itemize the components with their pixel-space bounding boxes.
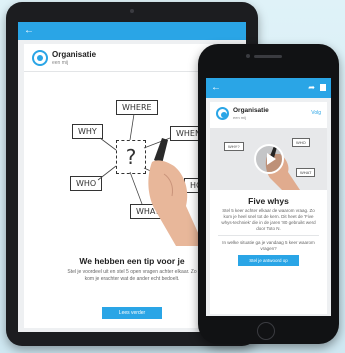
- reflection-question: In welke situatie ga je vandaag 5 keer w…: [222, 240, 315, 251]
- organisation-name: Organisatie: [233, 107, 269, 114]
- hand-with-marker-icon: [148, 138, 204, 246]
- organisation-logo-icon: [216, 107, 229, 120]
- back-arrow-icon[interactable]: ←: [211, 82, 221, 94]
- phone-speaker: [254, 55, 282, 58]
- tablet-top-bar: ←: [18, 22, 246, 40]
- tablet-camera: [130, 9, 134, 13]
- phone-camera: [246, 54, 250, 58]
- organisation-logo-icon: [32, 50, 48, 66]
- video-thumbnail[interactable]: WHY? WHO WHAT: [210, 128, 327, 190]
- bookmark-icon[interactable]: [320, 84, 326, 91]
- tip-body: Stel je voordeel uit en stel 5 open vrag…: [67, 269, 197, 282]
- home-button[interactable]: [257, 322, 275, 340]
- phone-top-bar: ← ➦: [206, 78, 331, 98]
- phone-screen: ← ➦ Organisatie een mij Volg WHY? WHO WH…: [206, 78, 331, 316]
- play-icon[interactable]: [254, 144, 284, 174]
- organisation-name: Organisatie: [52, 50, 97, 59]
- phone-device: ← ➦ Organisatie een mij Volg WHY? WHO WH…: [198, 44, 339, 344]
- back-arrow-icon[interactable]: ←: [24, 25, 34, 37]
- follow-button[interactable]: Volg: [311, 110, 321, 116]
- five-whys-body: Stel 5 keer achter elkaar de waarom vraa…: [221, 208, 316, 231]
- answer-button[interactable]: Stel je antwoord op: [238, 255, 299, 266]
- share-icon[interactable]: ➦: [308, 83, 315, 92]
- read-more-button[interactable]: Lees verder: [102, 307, 162, 319]
- organisation-subtitle: een mij: [52, 60, 69, 66]
- organisation-subtitle: een mij: [233, 115, 246, 120]
- phone-content-card: Organisatie een mij Volg WHY? WHO WHAT F…: [210, 102, 327, 314]
- divider: [218, 235, 319, 236]
- five-whys-title: Five whys: [248, 196, 289, 206]
